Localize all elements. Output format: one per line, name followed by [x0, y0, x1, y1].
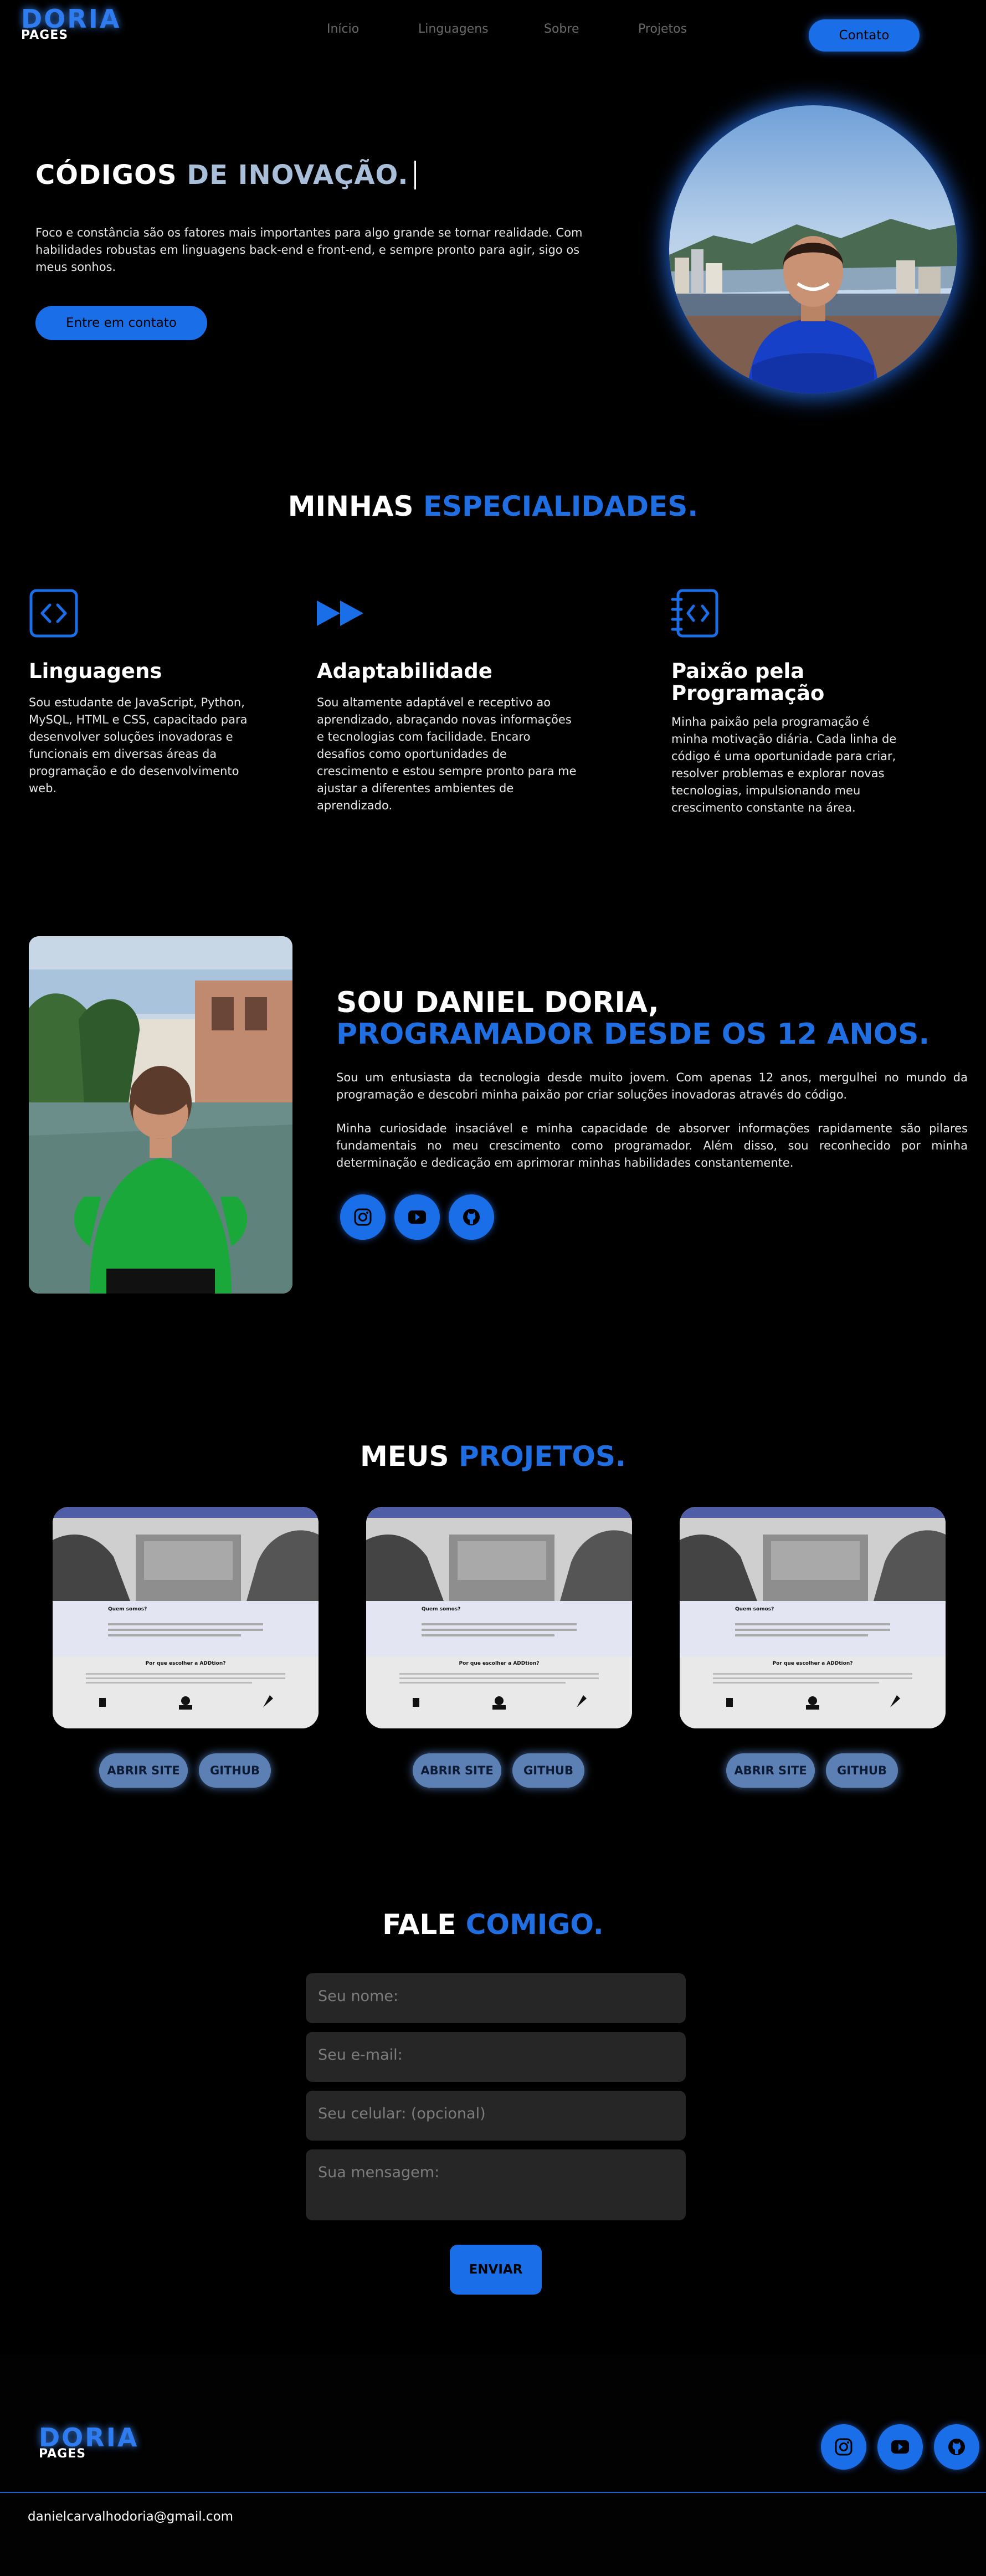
projects-heading-white: MEUS	[360, 1440, 449, 1472]
specialties-heading-white: MINHAS	[287, 490, 414, 522]
about-subtitle: PROGRAMADOR DESDE OS 12 ANOS.	[336, 1018, 930, 1051]
logo-main-text: DORIA	[21, 4, 121, 34]
project-preview-subheading: Por que escolher a ADDtion?	[772, 1661, 853, 1666]
code-icon	[29, 588, 79, 638]
phone-field[interactable]: Seu celular: (opcional)	[306, 2091, 686, 2141]
specialty-title-languages: Linguagens	[29, 659, 162, 683]
project-preview-heading: Quem somos?	[735, 1607, 774, 1612]
about-title: SOU DANIEL DORIA,	[336, 986, 659, 1019]
projects-heading-accent: PROJETOS.	[458, 1440, 626, 1472]
youtube-icon	[408, 1210, 426, 1224]
hero-title: CÓDIGOS DE INOVAÇÃO.	[35, 160, 416, 191]
project-card[interactable]: Quem somos? Por que escolher a ADDtion?	[680, 1507, 946, 1728]
specialty-text-languages: Sou estudante de JavaScript, Python, MyS…	[29, 696, 248, 795]
project-card[interactable]: Quem somos? Por que escolher a ADDtion?	[366, 1507, 632, 1728]
specialties-heading-accent: ESPECIALIDADES.	[423, 490, 699, 522]
nav-sobre[interactable]: Sobre	[544, 22, 579, 36]
about-photo	[29, 936, 292, 1294]
project-card[interactable]: Quem somos? Por que escolher a ADDtion?	[53, 1507, 319, 1728]
hero-title-accent: DE INOVAÇÃO.	[187, 160, 409, 191]
footer-logo-main: DORIA	[39, 2423, 139, 2452]
open-site-button[interactable]: ABRIR SITE	[99, 1753, 188, 1788]
instagram-icon	[354, 1208, 372, 1226]
footer-youtube-button[interactable]	[877, 2424, 923, 2470]
github-icon	[463, 1209, 480, 1225]
nav-linguagens[interactable]: Linguagens	[418, 22, 489, 36]
hero-profile-photo	[669, 105, 957, 393]
hero-text: Foco e constância são os fatores mais im…	[35, 226, 583, 274]
instagram-button[interactable]	[340, 1194, 386, 1240]
hero-contact-button[interactable]: Entre em contato	[35, 306, 207, 340]
code-notebook-icon	[670, 588, 720, 638]
nav-inicio[interactable]: Início	[327, 22, 359, 36]
github-icon	[948, 2439, 965, 2455]
specialty-text-adaptability: Sou altamente adaptável e receptivo ao a…	[317, 696, 577, 812]
open-site-button[interactable]: ABRIR SITE	[726, 1753, 815, 1788]
about-paragraph-1: Sou um entusiasta da tecnologia desde mu…	[336, 1071, 968, 1101]
footer-email[interactable]: danielcarvalhodoria@gmail.com	[28, 2510, 233, 2524]
contact-button[interactable]: Contato	[809, 19, 920, 52]
nav-projetos[interactable]: Projetos	[638, 22, 687, 36]
footer-logo[interactable]: DORIA PAGES	[39, 2425, 138, 2461]
name-field[interactable]: Seu nome:	[306, 1973, 686, 2023]
contact-heading: FALE COMIGO.	[0, 1908, 986, 1941]
projects-heading: MEUS PROJETOS.	[0, 1440, 986, 1472]
open-site-button[interactable]: ABRIR SITE	[413, 1753, 501, 1788]
specialties-heading: MINHAS ESPECIALIDADES.	[0, 490, 986, 522]
contact-heading-white: FALE	[382, 1908, 456, 1941]
github-project-button[interactable]: GITHUB	[199, 1753, 271, 1788]
hero-title-white: CÓDIGOS	[35, 160, 177, 191]
youtube-button[interactable]	[394, 1194, 440, 1240]
fast-forward-icon	[315, 588, 364, 638]
github-project-button[interactable]: GITHUB	[512, 1753, 584, 1788]
about-paragraph-2: Minha curiosidade insaciável e minha cap…	[336, 1122, 968, 1169]
email-field[interactable]: Seu e-mail:	[306, 2032, 686, 2082]
project-preview-subheading: Por que escolher a ADDtion?	[459, 1661, 540, 1666]
specialty-title-adaptability: Adaptabilidade	[317, 659, 492, 683]
github-button[interactable]	[449, 1194, 494, 1240]
brand-logo[interactable]: DORIA PAGES	[21, 4, 121, 42]
project-preview-heading: Quem somos?	[108, 1607, 147, 1612]
github-project-button[interactable]: GITHUB	[826, 1753, 898, 1788]
youtube-icon	[891, 2440, 909, 2454]
footer-instagram-button[interactable]	[821, 2424, 866, 2470]
project-preview-subheading: Por que escolher a ADDtion?	[145, 1661, 226, 1666]
contact-heading-accent: COMIGO.	[465, 1908, 604, 1941]
footer-github-button[interactable]	[934, 2424, 979, 2470]
specialty-text-passion: Minha paixão pela programação é minha mo…	[671, 715, 897, 814]
specialty-title-passion: Paixão pela Programação	[671, 659, 825, 705]
instagram-icon	[835, 2438, 853, 2456]
project-preview-heading: Quem somos?	[422, 1607, 461, 1612]
message-field[interactable]: Sua mensagem:	[306, 2149, 686, 2220]
send-button[interactable]: ENVIAR	[450, 2245, 542, 2295]
footer-divider	[0, 2492, 986, 2493]
typing-cursor	[414, 161, 416, 189]
